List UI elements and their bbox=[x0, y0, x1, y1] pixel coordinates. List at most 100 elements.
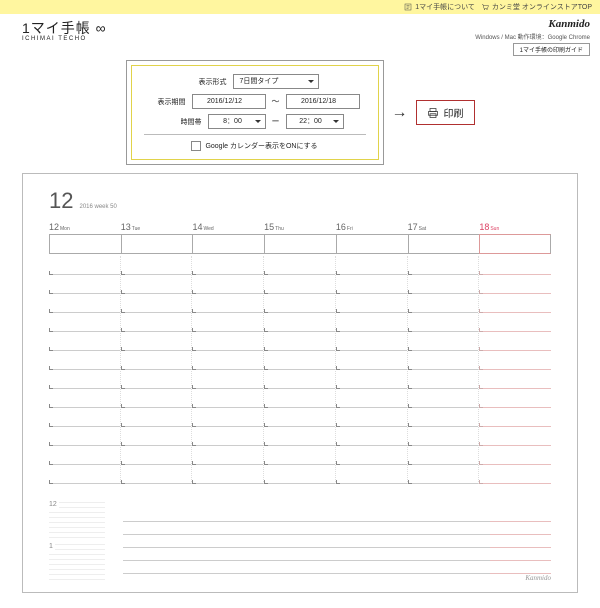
store-link[interactable]: カンミ堂 オンラインストアTOP bbox=[481, 2, 592, 12]
time-slot bbox=[49, 294, 120, 313]
time-separator: ー bbox=[272, 116, 280, 127]
time-slot bbox=[264, 313, 335, 332]
day-slots bbox=[479, 256, 551, 484]
time-slot bbox=[264, 427, 335, 446]
time-slot bbox=[336, 256, 407, 275]
time-slot bbox=[49, 275, 120, 294]
brand-mark: Kanmido bbox=[548, 18, 590, 30]
time-slot bbox=[49, 256, 120, 275]
time-slot bbox=[336, 389, 407, 408]
mini-calendars bbox=[49, 502, 105, 582]
time-slot bbox=[408, 370, 479, 389]
time-to-select[interactable]: 22：00 bbox=[286, 114, 344, 129]
date-to-input[interactable]: 2016/12/18 bbox=[286, 94, 360, 109]
sheet-header: 12 2016 week 50 bbox=[49, 188, 551, 214]
store-label: カンミ堂 オンラインストアTOP bbox=[492, 2, 592, 12]
day-header: 15Thu bbox=[264, 222, 336, 232]
period-label: 表示期間 bbox=[150, 97, 186, 107]
day-header: 17Sat bbox=[408, 222, 480, 232]
time-slot bbox=[408, 427, 479, 446]
day-header: 13Tue bbox=[121, 222, 193, 232]
day-slots bbox=[49, 256, 121, 484]
day-allday-box bbox=[121, 234, 193, 254]
time-slot bbox=[479, 332, 551, 351]
date-separator: 〜 bbox=[272, 96, 280, 107]
format-label: 表示形式 bbox=[191, 77, 227, 87]
time-slot bbox=[479, 294, 551, 313]
about-link[interactable]: 1マイ手帳について bbox=[404, 2, 475, 12]
time-slot bbox=[336, 408, 407, 427]
day-slots bbox=[192, 256, 264, 484]
time-slot bbox=[264, 275, 335, 294]
time-slot bbox=[121, 446, 192, 465]
time-slot bbox=[264, 408, 335, 427]
print-label: 印刷 bbox=[444, 105, 464, 120]
settings-row: 表示形式 7日間タイプ 表示期間 2016/12/12 〜 2016/12/18… bbox=[0, 60, 600, 165]
time-slot bbox=[479, 313, 551, 332]
mini-month bbox=[49, 502, 105, 540]
time-slot bbox=[408, 465, 479, 484]
time-slot bbox=[192, 389, 263, 408]
note-icon bbox=[404, 3, 412, 11]
arrow-icon: → bbox=[392, 104, 408, 122]
format-select[interactable]: 7日間タイプ bbox=[233, 74, 319, 89]
time-slot bbox=[408, 389, 479, 408]
time-slot bbox=[49, 351, 120, 370]
time-slot bbox=[49, 313, 120, 332]
day-header: 12Mon bbox=[49, 222, 121, 232]
time-slot bbox=[408, 408, 479, 427]
time-slot bbox=[121, 313, 192, 332]
time-slot bbox=[121, 465, 192, 484]
day-allday-box bbox=[264, 234, 336, 254]
time-slot bbox=[192, 332, 263, 351]
day-allday-box bbox=[192, 234, 264, 254]
gcal-row: Google カレンダー表示をONにする bbox=[144, 134, 366, 151]
day-allday-box bbox=[336, 234, 408, 254]
time-from-select[interactable]: 8：00 bbox=[208, 114, 266, 129]
logo-jp: 1マイ手帳 ∞ bbox=[22, 18, 107, 38]
time-slot bbox=[336, 370, 407, 389]
time-slot bbox=[121, 389, 192, 408]
time-slot bbox=[192, 370, 263, 389]
time-slot bbox=[192, 275, 263, 294]
time-slot bbox=[264, 370, 335, 389]
cart-icon bbox=[481, 3, 489, 11]
time-slot bbox=[336, 351, 407, 370]
time-slot bbox=[408, 351, 479, 370]
time-slot bbox=[49, 465, 120, 484]
time-slot bbox=[121, 408, 192, 427]
time-slot bbox=[408, 256, 479, 275]
time-slot bbox=[121, 332, 192, 351]
date-from-input[interactable]: 2016/12/12 bbox=[192, 94, 266, 109]
time-slot bbox=[264, 389, 335, 408]
calendar-sheet: 12 2016 week 50 12Mon13Tue14Wed15Thu16Fr… bbox=[22, 173, 578, 593]
time-slot bbox=[49, 408, 120, 427]
time-slot bbox=[408, 275, 479, 294]
sheet-bottom: Kanmido bbox=[49, 502, 551, 582]
time-slot bbox=[479, 351, 551, 370]
settings-panel: 表示形式 7日間タイプ 表示期間 2016/12/12 〜 2016/12/18… bbox=[131, 65, 379, 160]
month-number: 12 bbox=[49, 188, 73, 214]
day-slots bbox=[264, 256, 336, 484]
time-slot bbox=[192, 294, 263, 313]
time-slot bbox=[408, 313, 479, 332]
day-column: 15Thu bbox=[264, 222, 336, 484]
time-slot bbox=[479, 370, 551, 389]
print-guide-button[interactable]: 1マイ手帳の印刷ガイド bbox=[513, 43, 590, 56]
day-columns: 12Mon13Tue14Wed15Thu16Fri17Sat18Sun bbox=[49, 222, 551, 484]
time-slot bbox=[49, 370, 120, 389]
print-button[interactable]: 印刷 bbox=[416, 100, 475, 125]
time-slot bbox=[121, 370, 192, 389]
time-slot bbox=[336, 294, 407, 313]
time-slot bbox=[192, 427, 263, 446]
gcal-checkbox[interactable] bbox=[191, 141, 201, 151]
time-label: 時間帯 bbox=[166, 117, 202, 127]
time-slot bbox=[479, 408, 551, 427]
header-right: Kanmido Windows / Mac 動作環境：Google Chrome… bbox=[475, 18, 590, 56]
time-slot bbox=[49, 427, 120, 446]
time-slot bbox=[479, 256, 551, 275]
env-text: Windows / Mac 動作環境：Google Chrome bbox=[475, 32, 590, 41]
day-header: 18Sun bbox=[479, 222, 551, 232]
time-slot bbox=[121, 427, 192, 446]
day-slots bbox=[121, 256, 193, 484]
